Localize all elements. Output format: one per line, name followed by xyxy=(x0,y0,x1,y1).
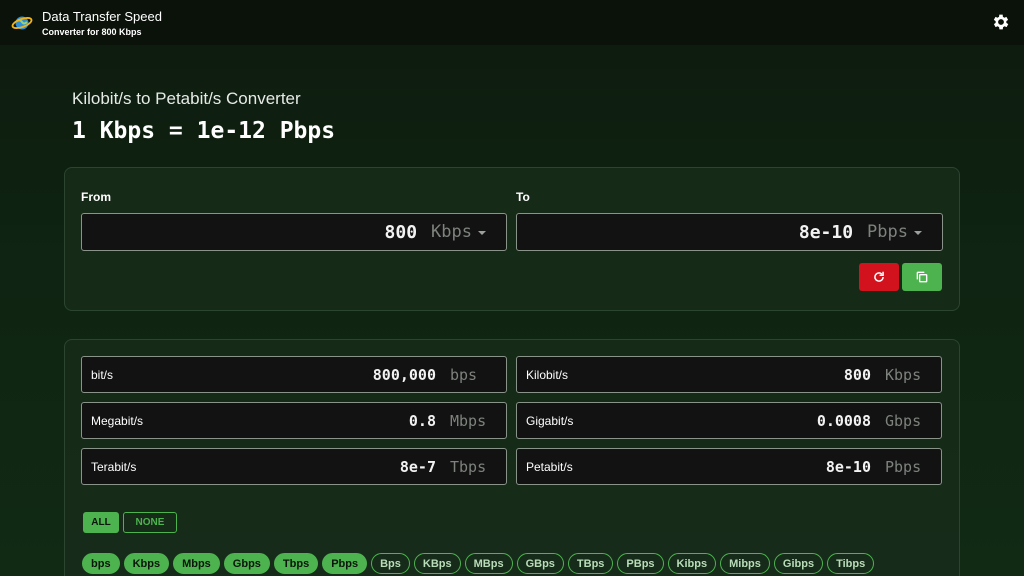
reset-button[interactable] xyxy=(859,263,899,291)
to-unit-select[interactable]: Pbps xyxy=(867,222,908,242)
app-subtitle: Converter for 800 Kbps xyxy=(42,27,142,37)
result-value: 0.8 xyxy=(408,412,436,430)
gear-icon[interactable] xyxy=(991,12,1011,32)
result-unit: Kbps xyxy=(885,366,922,384)
from-field[interactable]: 800 Kbps xyxy=(81,213,507,251)
unit-chip-gbps[interactable]: Gbps xyxy=(223,553,270,574)
to-label: To xyxy=(516,190,530,204)
result-value: 8e-7 xyxy=(399,458,436,476)
result-kilobits: Kilobit/s 800 Kbps xyxy=(516,356,942,393)
conversion-formula: 1 Kbps = 1e-12 Pbps xyxy=(72,118,336,144)
to-field[interactable]: 8e-10 Pbps xyxy=(516,213,943,251)
result-value: 800,000 xyxy=(372,366,436,384)
result-name: bit/s xyxy=(91,368,114,382)
result-name: Petabit/s xyxy=(526,460,573,474)
unit-chip-kibps[interactable]: Kibps xyxy=(667,553,717,574)
from-value[interactable]: 800 xyxy=(385,222,418,243)
unit-chip-bps[interactable]: Bps xyxy=(371,553,410,574)
unit-chip-mbps[interactable]: MBps xyxy=(464,553,513,574)
unit-chip-mbps[interactable]: Mbps xyxy=(173,553,220,574)
refresh-icon xyxy=(874,271,884,282)
app-title: Data Transfer Speed xyxy=(42,9,162,24)
result-petabits: Petabit/s 8e-10 Pbps xyxy=(516,448,942,485)
result-value: 8e-10 xyxy=(825,458,871,476)
result-terabits: Terabit/s 8e-7 Tbps xyxy=(81,448,507,485)
copy-icon xyxy=(916,271,928,283)
unit-chip-pbps[interactable]: Pbps xyxy=(322,553,368,574)
from-unit-select[interactable]: Kbps xyxy=(431,222,472,242)
top-bar: Data Transfer Speed Converter for 800 Kb… xyxy=(0,0,1024,45)
result-unit: Tbps xyxy=(450,458,487,476)
copy-button[interactable] xyxy=(902,263,942,291)
result-megabits: Megabit/s 0.8 Mbps xyxy=(81,402,507,439)
unit-chip-kbps[interactable]: KBps xyxy=(413,553,461,574)
result-name: Gigabit/s xyxy=(526,414,574,428)
unit-chip-kbps[interactable]: Kbps xyxy=(123,553,170,574)
select-all-button[interactable]: ALL xyxy=(83,512,119,533)
unit-chip-tbps[interactable]: TBps xyxy=(567,553,614,574)
result-gigabits: Gigabit/s 0.0008 Gbps xyxy=(516,402,942,439)
from-label: From xyxy=(81,190,111,204)
unit-chip-pbps[interactable]: PBps xyxy=(617,553,664,574)
result-name: Kilobit/s xyxy=(526,368,569,382)
caret-down-icon[interactable] xyxy=(478,231,486,235)
result-unit: Gbps xyxy=(885,412,922,430)
select-none-button[interactable]: NONE xyxy=(123,512,177,533)
result-unit: Pbps xyxy=(885,458,922,476)
unit-chip-list: bps Kbps Mbps Gbps Tbps Pbps Bps KBps MBps GBps TB… xyxy=(82,553,875,574)
unit-chip-tbps[interactable]: Tbps xyxy=(273,553,319,574)
result-value: 800 xyxy=(843,366,871,384)
unit-chip-gibps[interactable]: Gibps xyxy=(773,553,824,574)
result-unit: Mbps xyxy=(450,412,487,430)
page-heading: Kilobit/s to Petabit/s Converter xyxy=(72,89,301,108)
unit-chip-tibps[interactable]: Tibps xyxy=(827,553,875,574)
result-value: 0.0008 xyxy=(816,412,871,430)
result-name: Terabit/s xyxy=(91,460,137,474)
unit-chip-mibps[interactable]: Mibps xyxy=(720,553,770,574)
caret-down-icon[interactable] xyxy=(914,231,922,235)
unit-chip-gbps[interactable]: GBps xyxy=(516,553,564,574)
globe-logo-icon xyxy=(11,16,33,30)
to-value[interactable]: 8e-10 xyxy=(799,222,853,243)
result-unit: bps xyxy=(450,366,478,384)
result-name: Megabit/s xyxy=(91,414,144,428)
unit-chip-bps[interactable]: bps xyxy=(82,553,120,574)
result-bits: bit/s 800,000 bps xyxy=(81,356,507,393)
